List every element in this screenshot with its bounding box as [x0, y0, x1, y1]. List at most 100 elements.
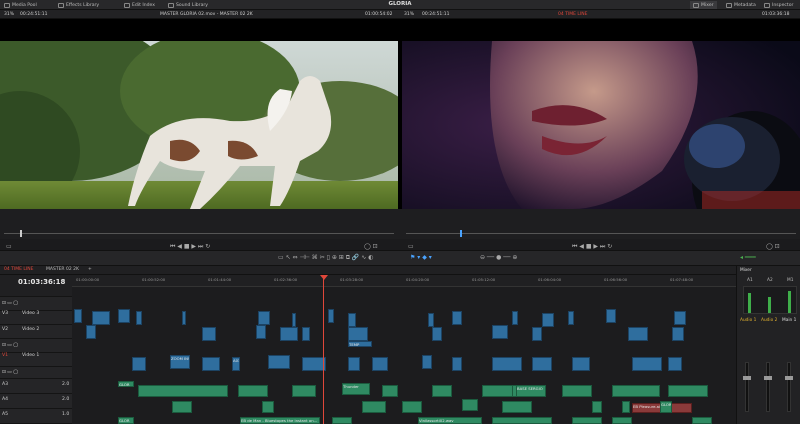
audio-clip[interactable]: Thunder	[342, 383, 370, 395]
zoom-left[interactable]: 31%	[4, 12, 14, 17]
source-clip-name[interactable]: MASTER GLORIA 02.mov - MASTER 02 2K	[160, 12, 253, 17]
audio-clip[interactable]	[668, 385, 708, 397]
audio-clip[interactable]: BASE SERGIO	[516, 385, 546, 397]
video-clip[interactable]	[492, 357, 522, 371]
video-clip[interactable]	[542, 313, 554, 327]
timeline-fullscreen-icon[interactable]: ◯ ⊡	[766, 243, 780, 250]
edit-index-button[interactable]: Edit Index	[124, 1, 155, 9]
timeline-ruler[interactable]: 01:00:00:00 01:00:52:00 01:01:44:00 01:02:3…	[72, 275, 736, 287]
video-clip[interactable]	[202, 327, 216, 341]
flag-marker-icons[interactable]: ⚑ ▾ ◆ ▾	[410, 254, 432, 261]
fader-knob-main1[interactable]	[785, 376, 793, 380]
audio-clip[interactable]	[692, 417, 712, 424]
video-clip[interactable]	[532, 327, 542, 341]
edit-tools-icons[interactable]: ▭ ↖ ⇔ ⊣⊢ ⌘ ✂ ▯ ⊕ ⊞ ⧉ 🔗 ∿ ◐	[278, 254, 373, 262]
fader-knob-audio2[interactable]	[764, 376, 772, 380]
fader-main1[interactable]	[787, 362, 791, 412]
video-clip[interactable]	[572, 357, 590, 371]
video-clip[interactable]	[258, 311, 270, 325]
audio-clip[interactable]: EB de Man - Bluestopes the instant on...	[240, 417, 320, 424]
audio-clip[interactable]: Vinilassorti02.wav	[418, 417, 482, 424]
video-clip[interactable]	[532, 357, 552, 371]
video-clip[interactable]	[74, 309, 82, 323]
timeline-playhead-mini[interactable]	[460, 230, 462, 237]
video-clip[interactable]	[132, 357, 146, 371]
audio-clip[interactable]	[612, 417, 632, 424]
video-clip[interactable]	[182, 311, 186, 325]
playhead-marker-icon[interactable]	[320, 275, 328, 280]
audio-clip[interactable]	[502, 401, 532, 413]
inspector-button[interactable]: Inspector	[764, 1, 793, 9]
audio-clip[interactable]	[262, 401, 274, 413]
video-clip[interactable]	[422, 355, 432, 369]
video-clip[interactable]	[136, 311, 142, 325]
clip-area[interactable]: TEMP ZOOM INS A03 GLOR Thunder BASE SERGIO EB …	[72, 287, 736, 424]
timeline-viewer-options-icon[interactable]: ▭	[408, 243, 414, 250]
fader-audio2[interactable]	[766, 362, 770, 412]
source-fullscreen-icon[interactable]: ◯ ⊡	[364, 243, 378, 250]
video-clip[interactable]	[328, 309, 334, 323]
video-clip[interactable]	[302, 327, 310, 341]
audio-clip[interactable]: GLOR	[118, 381, 134, 387]
mixer-button[interactable]: Mixer	[690, 1, 717, 9]
fader-knob-audio1[interactable]	[743, 376, 751, 380]
fader-audio1[interactable]	[745, 362, 749, 412]
video-clip[interactable]: A03	[232, 357, 240, 371]
video-clip[interactable]	[118, 309, 130, 323]
video-clip[interactable]	[348, 313, 356, 327]
source-viewer-options-icon[interactable]: ▭	[6, 243, 12, 250]
video-clip[interactable]	[280, 327, 298, 341]
video-clip[interactable]	[674, 311, 686, 325]
audio-clip[interactable]	[572, 417, 602, 424]
video-clip[interactable]	[606, 309, 616, 323]
mixer-bus-audio2[interactable]: Audio 2	[761, 318, 777, 323]
sound-library-button[interactable]: Sound Library	[168, 1, 208, 9]
audio-clip[interactable]	[592, 401, 602, 413]
audio-clip[interactable]	[562, 385, 592, 397]
mixer-bus-audio1[interactable]: Audio 1	[740, 318, 756, 323]
zoom-slider-icons[interactable]: ⊖ ── ● ── ⊕	[480, 254, 517, 261]
video-clip[interactable]	[348, 327, 368, 341]
source-viewer[interactable]	[0, 41, 398, 209]
playhead[interactable]	[323, 275, 324, 424]
video-clip[interactable]	[92, 311, 110, 325]
tab-master-02-2k[interactable]: MASTER 02 2K	[46, 267, 79, 272]
video-clip[interactable]	[292, 313, 296, 327]
video-clip[interactable]	[512, 311, 518, 325]
video-clip[interactable]	[668, 357, 682, 371]
video-clip[interactable]	[432, 327, 442, 341]
audio-clip[interactable]	[382, 385, 398, 397]
video-clip[interactable]: TEMP	[348, 341, 372, 347]
timeline-viewer[interactable]	[402, 41, 800, 209]
audio-clip[interactable]	[292, 385, 316, 397]
audio-clip[interactable]: GLOR	[118, 417, 134, 424]
video-clip[interactable]	[202, 357, 220, 371]
video-clip[interactable]	[428, 313, 434, 327]
audio-level-icon[interactable]: ◂ ━━━	[740, 254, 756, 261]
video-clip[interactable]: ZOOM INS	[170, 355, 190, 369]
source-scrubber[interactable]	[4, 233, 394, 234]
video-clip[interactable]	[452, 311, 462, 325]
video-clip[interactable]	[348, 357, 360, 371]
audio-clip[interactable]	[332, 417, 352, 424]
video-clip[interactable]	[632, 357, 662, 371]
media-pool-button[interactable]: Media Pool	[4, 1, 37, 9]
audio-clip[interactable]	[402, 401, 422, 413]
metadata-button[interactable]: Metadata	[726, 1, 756, 9]
audio-clip[interactable]	[462, 399, 478, 411]
timeline-scrubber[interactable]	[406, 233, 796, 234]
video-clip[interactable]	[372, 357, 388, 371]
video-clip[interactable]	[568, 311, 574, 325]
video-clip[interactable]	[672, 327, 684, 341]
add-tab-icon[interactable]: +	[88, 267, 92, 272]
mixer-bus-main1[interactable]: Main 1	[782, 318, 796, 323]
timeline-name[interactable]: 04 TIME LINE	[558, 12, 587, 17]
source-playhead[interactable]	[20, 230, 22, 237]
video-clip[interactable]	[256, 325, 266, 339]
video-clip[interactable]	[268, 355, 290, 369]
audio-clip[interactable]	[622, 401, 630, 413]
timeline-tracks[interactable]: 01:03:36:18 01:00:00:00 01:00:52:00 01:01:…	[0, 275, 736, 424]
tab-04-time-line[interactable]: 04 TIME LINE	[4, 267, 33, 272]
zoom-right[interactable]: 31%	[404, 12, 414, 17]
audio-clip[interactable]	[238, 385, 268, 397]
